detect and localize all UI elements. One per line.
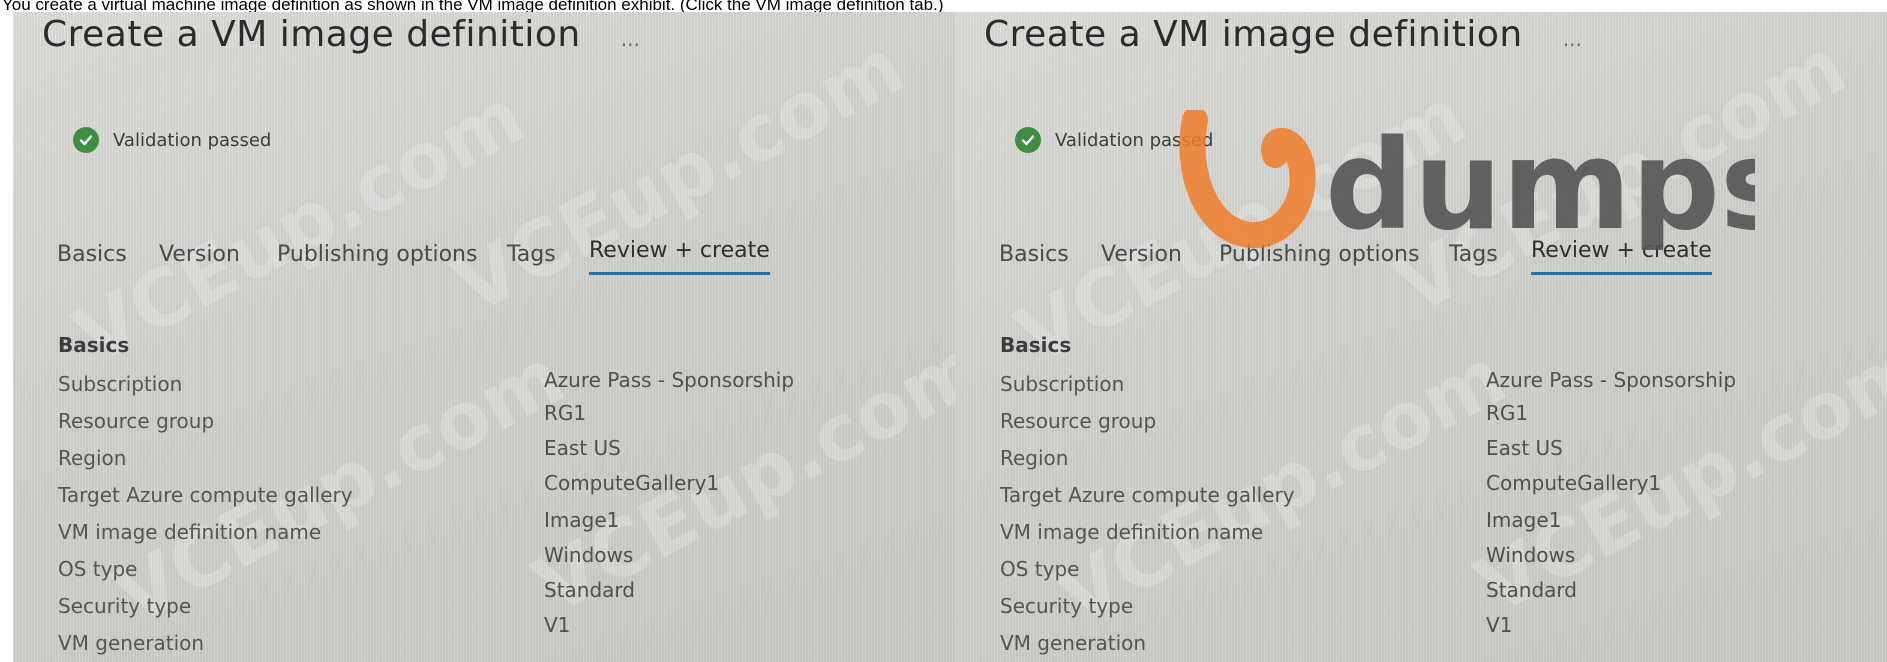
row-value: RG1 — [1486, 401, 1529, 425]
row-label: Region — [58, 446, 127, 470]
more-options-icon[interactable]: ... — [1563, 27, 1582, 51]
more-options-icon[interactable]: ... — [621, 27, 640, 51]
summary-row: VM image definition name Image1 — [58, 508, 918, 557]
summary-row: Resource group RG1 — [1000, 401, 1860, 446]
row-value: RG1 — [544, 401, 587, 425]
row-value: Standard — [1486, 578, 1577, 602]
row-value: Azure Pass - Sponsorship — [1486, 368, 1737, 392]
tab-tags[interactable]: Tags — [507, 242, 556, 267]
row-label: Resource group — [58, 409, 215, 433]
row-value: Azure Pass - Sponsorship — [544, 368, 795, 392]
summary-row: Target Azure compute gallery ComputeGall… — [1000, 471, 1860, 520]
tab-bar: Basics Version Publishing options Tags R… — [57, 234, 917, 278]
tab-bar: Basics Version Publishing options Tags R… — [999, 234, 1859, 278]
screenshot-panel-left: VCEup.com VCEup.com VCEup.com VCEup.com … — [13, 12, 958, 662]
row-value: Windows — [544, 543, 634, 567]
tab-tags[interactable]: Tags — [1449, 242, 1498, 267]
summary-row: Region East US — [58, 436, 918, 483]
summary-row: Subscription Azure Pass - Sponsorship — [58, 368, 918, 409]
row-label: Subscription — [1000, 372, 1125, 396]
validation-banner: Validation passed — [73, 127, 271, 153]
row-value: Image1 — [544, 508, 620, 532]
tab-version[interactable]: Version — [159, 242, 240, 267]
check-circle-icon — [1015, 127, 1041, 153]
summary-row: OS type Windows — [58, 543, 918, 594]
summary-row: Security type Standard — [1000, 578, 1860, 631]
summary-list: Subscription Azure Pass - Sponsorship Re… — [1000, 368, 1860, 662]
row-label: Security type — [1000, 594, 1134, 618]
summary-row: Subscription Azure Pass - Sponsorship — [1000, 368, 1860, 409]
row-value: East US — [544, 436, 621, 460]
screenshot-panel-right: VCEup.com VCEup.com VCEup.com VCEup.com … — [955, 12, 1887, 662]
row-label: Subscription — [58, 372, 183, 396]
row-label: VM generation — [58, 631, 205, 655]
watermark-text: VCEup.com — [60, 71, 539, 383]
row-value: ComputeGallery1 — [544, 471, 720, 495]
row-label: Target Azure compute gallery — [58, 483, 353, 507]
row-label: VM image definition name — [58, 520, 322, 544]
row-value: ComputeGallery1 — [1486, 471, 1662, 495]
tab-publishing-options[interactable]: Publishing options — [1219, 242, 1419, 267]
summary-row: Security type Standard — [58, 578, 918, 631]
tab-review-create[interactable]: Review + create — [1531, 238, 1712, 275]
tab-version[interactable]: Version — [1101, 242, 1182, 267]
tab-basics[interactable]: Basics — [57, 242, 127, 267]
row-value: East US — [1486, 436, 1563, 460]
validation-text: Validation passed — [1055, 129, 1214, 151]
tab-publishing-options[interactable]: Publishing options — [277, 242, 477, 267]
tab-review-create[interactable]: Review + create — [589, 238, 770, 275]
summary-row: Target Azure compute gallery ComputeGall… — [58, 471, 918, 520]
row-label: OS type — [1000, 557, 1080, 581]
section-heading-basics: Basics — [58, 333, 130, 357]
summary-row: OS type Windows — [1000, 543, 1860, 594]
watermark-text: VCEup.com — [440, 21, 919, 333]
summary-row: VM generation V1 — [58, 613, 918, 662]
row-label: Resource group — [1000, 409, 1157, 433]
validation-text: Validation passed — [113, 129, 272, 151]
summary-row: Region East US — [1000, 436, 1860, 483]
row-label: Security type — [58, 594, 192, 618]
row-value: Windows — [1486, 543, 1576, 567]
row-label: VM image definition name — [1000, 520, 1264, 544]
row-value: V1 — [544, 613, 571, 637]
summary-row: VM generation V1 — [1000, 613, 1860, 662]
row-label: Target Azure compute gallery — [1000, 483, 1295, 507]
row-label: VM generation — [1000, 631, 1147, 655]
summary-row: VM image definition name Image1 — [1000, 508, 1860, 557]
watermark-text: VCEup.com — [1002, 71, 1481, 383]
row-value: V1 — [1486, 613, 1513, 637]
check-circle-icon — [73, 127, 99, 153]
summary-list: Subscription Azure Pass - Sponsorship Re… — [58, 368, 918, 662]
page-title: Create a VM image definition — [984, 14, 1523, 55]
row-value: Standard — [544, 578, 635, 602]
watermark-text: VCEup.com — [1382, 21, 1861, 333]
validation-banner: Validation passed — [1015, 127, 1213, 153]
tab-basics[interactable]: Basics — [999, 242, 1069, 267]
row-label: OS type — [58, 557, 138, 581]
summary-row: Resource group RG1 — [58, 401, 918, 446]
row-label: Region — [1000, 446, 1069, 470]
row-value: Image1 — [1486, 508, 1562, 532]
section-heading-basics: Basics — [1000, 333, 1072, 357]
page-title: Create a VM image definition — [42, 14, 581, 55]
